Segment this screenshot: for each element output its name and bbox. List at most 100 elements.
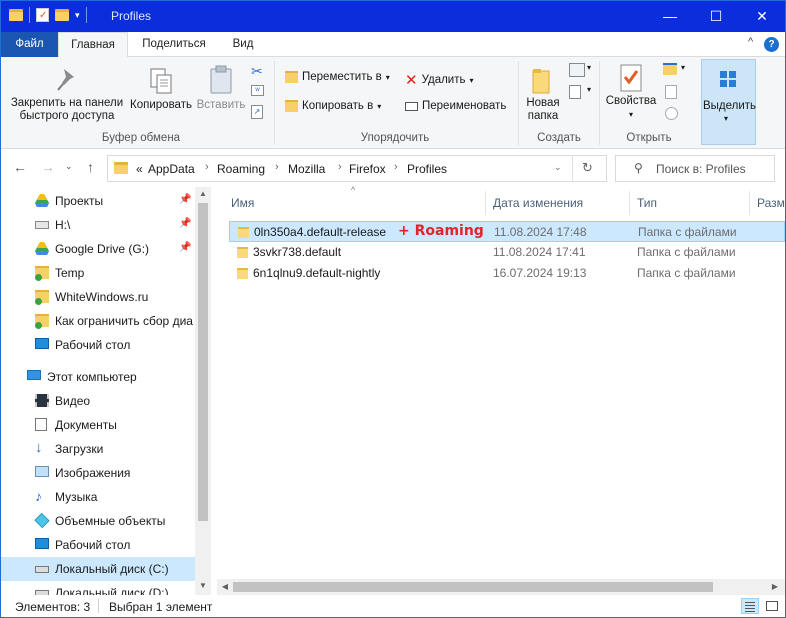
delete-button[interactable]: ✕ Удалить ▾ [405,71,474,89]
scrollbar-thumb[interactable] [198,203,208,521]
column-date-modified[interactable]: Дата изменения [493,187,583,219]
tab-home[interactable]: Главная [58,32,128,58]
nav-item-downloads[interactable]: ↓ Загрузки [1,437,195,461]
select-button[interactable]: Выделить ▾ [701,59,756,145]
new-folder-qat-icon[interactable] [55,9,69,21]
help-icon[interactable]: ? [764,37,779,52]
minimize-button[interactable]: — [647,1,693,32]
nav-item-this-pc[interactable]: Этот компьютер [1,365,195,389]
nav-item-local-disk-c[interactable]: Локальный диск (C:) [1,557,195,581]
properties-button[interactable]: Свойства ▾ [603,63,659,121]
large-icons-view-icon[interactable] [763,598,781,614]
address-overflow[interactable]: « [136,162,143,176]
column-size[interactable]: Разме [757,187,786,219]
nav-item-label: Temp [55,266,85,280]
column-divider[interactable] [485,191,486,215]
nav-item-google-drive[interactable]: Google Drive (G:) 📌 [1,237,195,261]
tab-share[interactable]: Поделиться [131,32,217,57]
breadcrumb-roaming[interactable]: Roaming [217,162,265,176]
details-view-icon[interactable] [741,598,759,614]
column-divider[interactable] [749,191,750,215]
back-arrow-icon[interactable]: ← [13,159,27,175]
easy-access-icon[interactable] [569,85,581,99]
move-to-button[interactable]: Переместить в ▾ [285,71,390,83]
chevron-down-icon[interactable]: ▾ [587,63,591,72]
new-item-icon[interactable] [569,63,585,77]
nav-item-label: Объемные объекты [55,514,166,528]
scroll-left-icon[interactable]: ◀ [217,582,233,591]
nav-item-desktop-quick[interactable]: Рабочий стол [1,333,195,357]
desktop-icon [35,338,49,349]
column-divider[interactable] [629,191,630,215]
breadcrumb-chevron-icon[interactable]: › [394,161,398,173]
file-row[interactable]: 0ln350a4.default-release + Roaming 11.08… [229,221,785,242]
ribbon-collapse-icon[interactable]: ^ [748,36,753,48]
address-bar[interactable]: « AppData › Roaming › Mozilla › Firefox … [107,155,607,182]
qat-dropdown-icon[interactable]: ▾ [75,10,80,21]
nav-item-projects[interactable]: Проекты 📌 [1,189,195,213]
file-row[interactable]: 3svkr738.default 11.08.2024 17:41 Папка … [229,242,785,263]
paste-shortcut-icon[interactable]: ↗ [251,105,263,119]
address-dropdown-icon[interactable]: ⌄ [554,162,562,173]
breadcrumb-firefox[interactable]: Firefox [349,162,386,176]
copy-path-icon[interactable]: w [251,85,264,96]
nav-item-pictures[interactable]: Изображения [1,461,195,485]
pin-icon[interactable]: 📌 [179,242,191,253]
recent-locations-icon[interactable]: ⌄ [65,161,73,172]
properties-qat-icon[interactable]: ✓ [36,8,49,22]
copy-button[interactable]: Копировать [127,67,195,112]
scrollbar-thumb[interactable] [233,582,713,592]
forward-arrow-icon[interactable]: → [41,159,55,175]
paste-button[interactable]: Вставить [195,65,247,112]
pin-icon[interactable]: 📌 [179,194,191,205]
column-type[interactable]: Тип [637,187,657,219]
sync-status-icon [35,322,42,329]
chevron-down-icon[interactable]: ▾ [587,85,591,94]
tab-view[interactable]: Вид [223,32,263,57]
nav-item-label: WhiteWindows.ru [55,290,149,304]
refresh-icon[interactable]: ↻ [582,160,593,176]
file-list-hscrollbar[interactable]: ◀ ▶ [217,579,785,595]
search-box[interactable]: ⚲ Поиск в: Profiles [615,155,775,182]
column-name[interactable]: Имя [231,187,254,219]
scroll-down-icon[interactable]: ▼ [195,581,211,590]
nav-item-desktop[interactable]: Рабочий стол [1,533,195,557]
nav-item-video[interactable]: Видео [1,389,195,413]
breadcrumb-chevron-icon[interactable]: › [275,161,279,173]
nav-item-3d-objects[interactable]: Объемные объекты [1,509,195,533]
copy-to-label: Копировать в [302,100,374,112]
tab-file[interactable]: Файл [1,32,58,57]
close-button[interactable]: ✕ [739,1,785,32]
cut-icon[interactable]: ✂ [251,63,263,80]
nav-item-documents[interactable]: Документы [1,413,195,437]
nav-item-diag-folder[interactable]: Как ограничить сбор диа [1,309,195,333]
edit-icon[interactable] [665,85,677,99]
nav-item-local-disk-d[interactable]: Локальный диск (D:) [1,581,195,595]
breadcrumb-mozilla[interactable]: Mozilla [288,162,325,176]
breadcrumb-chevron-icon[interactable]: › [205,161,209,173]
nav-item-label: Рабочий стол [55,538,131,552]
open-icon[interactable] [663,63,677,75]
breadcrumb-chevron-icon[interactable]: › [338,161,342,173]
copy-to-button[interactable]: Копировать в ▾ [285,100,381,112]
new-folder-button[interactable]: Новая папка [523,65,563,123]
nav-item-label: H:\ [55,218,71,232]
breadcrumb-appdata[interactable]: AppData [148,162,195,176]
pin-quick-access-button[interactable]: Закрепить на панели быстрого доступа [7,67,127,123]
nav-item-whitewindows[interactable]: WhiteWindows.ru [1,285,195,309]
chevron-down-icon[interactable]: ▾ [681,63,685,72]
history-icon[interactable] [665,107,678,120]
scroll-up-icon[interactable]: ▲ [195,189,211,198]
search-input[interactable]: Поиск в: Profiles [656,162,746,176]
file-row[interactable]: 6n1qlnu9.default-nightly 16.07.2024 19:1… [229,263,785,284]
nav-pane-scrollbar[interactable]: ▲ ▼ [195,187,211,595]
nav-item-temp[interactable]: Temp [1,261,195,285]
nav-item-music[interactable]: ♪ Музыка [1,485,195,509]
breadcrumb-profiles[interactable]: Profiles [407,162,447,176]
rename-button[interactable]: Переименовать [405,100,506,112]
pin-icon[interactable]: 📌 [179,218,191,229]
up-arrow-icon[interactable]: ↑ [87,159,94,175]
nav-item-h-drive[interactable]: H:\ 📌 [1,213,195,237]
maximize-button[interactable]: ☐ [693,1,739,32]
scroll-right-icon[interactable]: ▶ [767,582,783,591]
